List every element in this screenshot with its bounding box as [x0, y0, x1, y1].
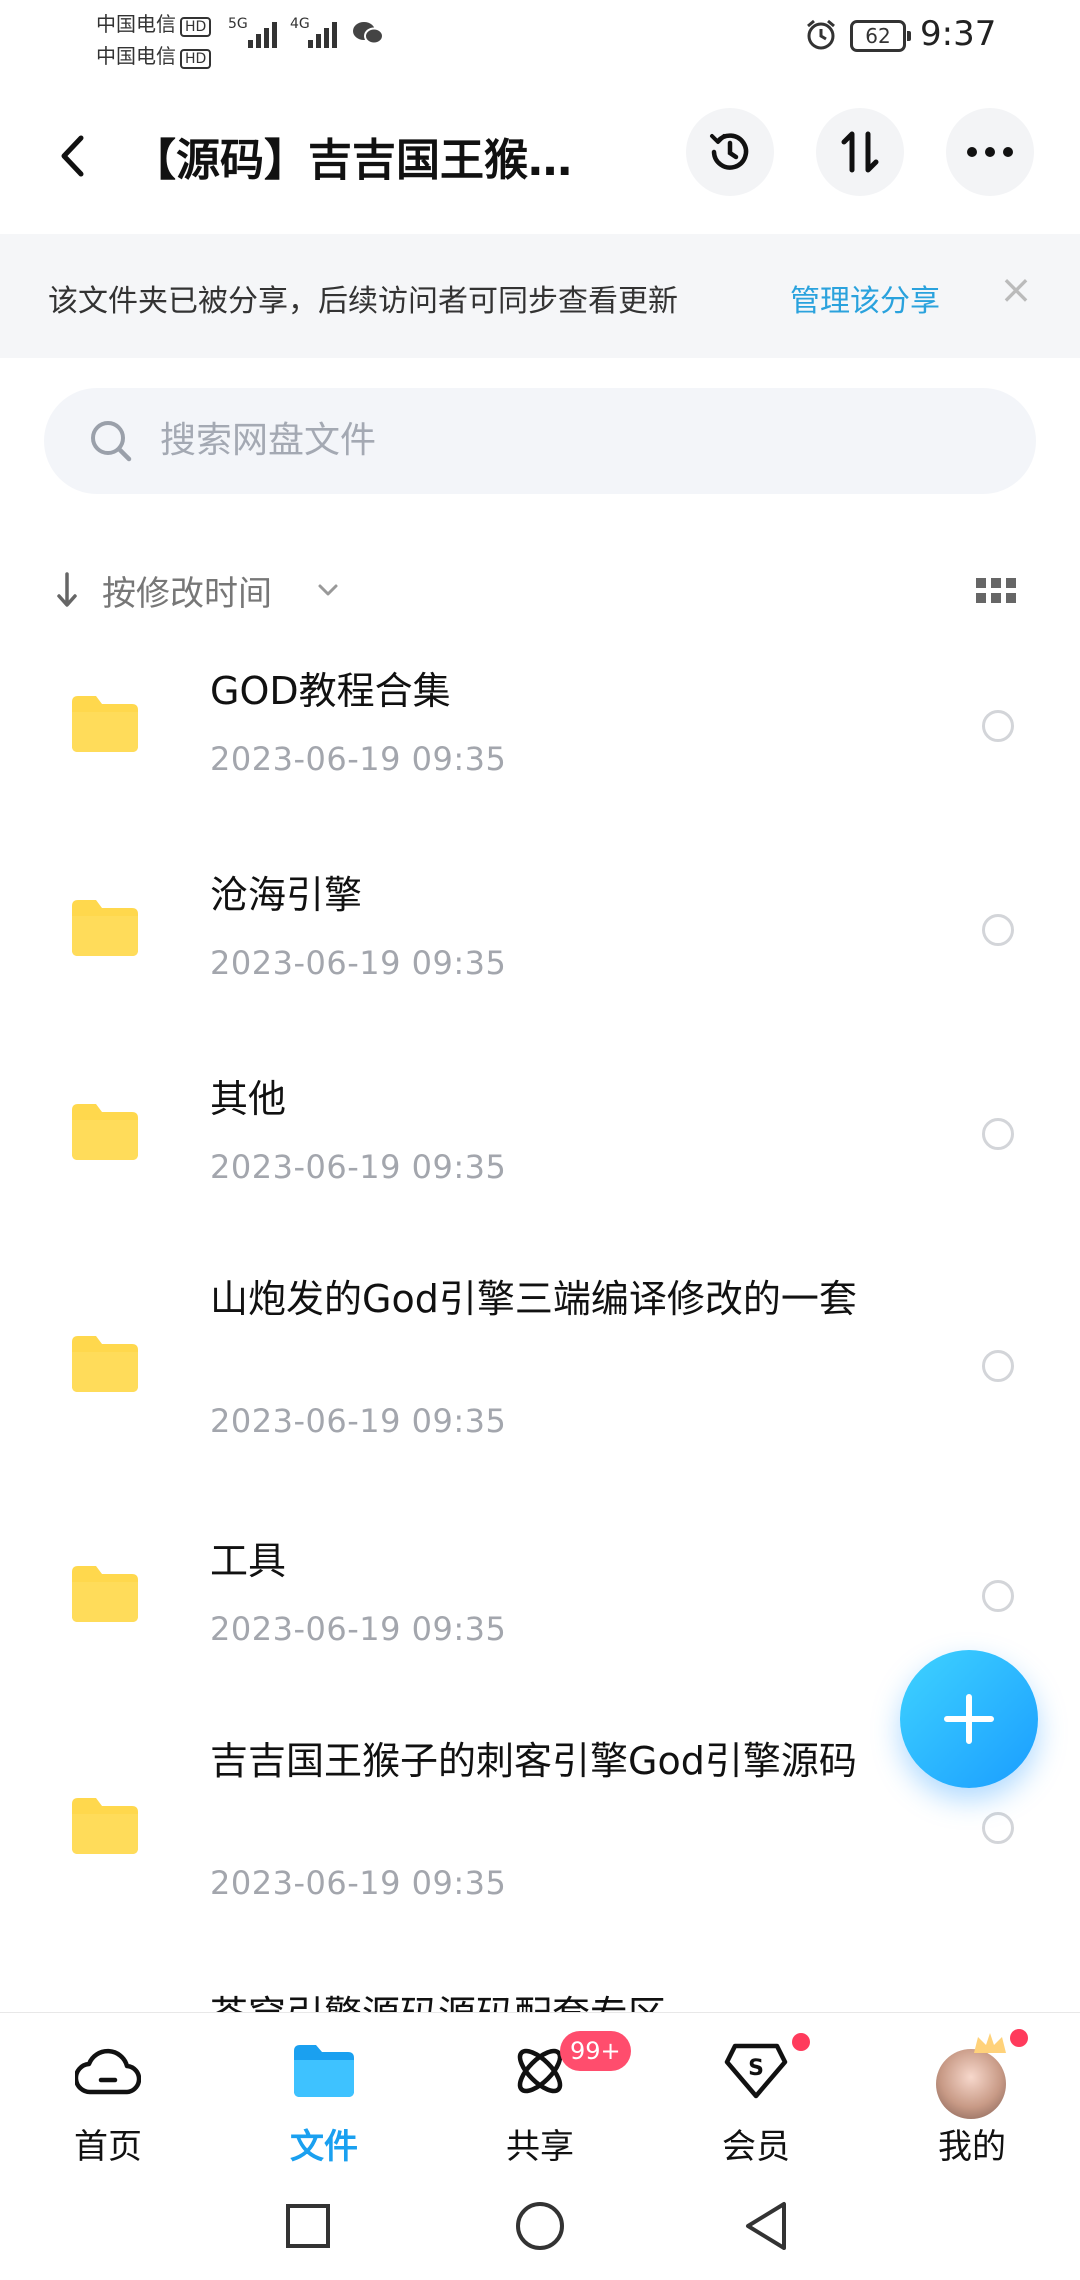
back-button[interactable]: [48, 128, 96, 184]
file-name: 沧海引擎: [210, 873, 363, 917]
add-button[interactable]: [900, 1650, 1038, 1788]
share-badge: 99+: [560, 2031, 631, 2071]
folder-icon: [72, 1336, 138, 1392]
more-button[interactable]: [946, 108, 1034, 196]
carrier-1: 中国电信 HD: [96, 8, 212, 37]
file-time: 2023-06-19 09:35: [210, 1402, 507, 1440]
file-row[interactable]: 其他 2023-06-19 09:35: [0, 1048, 1080, 1252]
share-notice: 该文件夹已被分享，后续访问者可同步查看更新 管理该分享 ×: [0, 234, 1080, 358]
file-name: 苍穹引擎源码源码配套专区: [210, 1988, 890, 2012]
sort-label[interactable]: 按修改时间: [102, 566, 272, 615]
file-row[interactable]: 沧海引擎 2023-06-19 09:35: [0, 844, 1080, 1048]
crown-icon: [974, 2033, 1006, 2053]
folder-icon: [72, 696, 138, 752]
system-nav: [0, 2172, 1080, 2280]
select-radio[interactable]: [982, 914, 1014, 946]
grid-view-icon[interactable]: [976, 578, 1016, 604]
sort-arrow-icon[interactable]: [54, 570, 80, 610]
file-name: GOD教程合集: [210, 669, 451, 713]
status-bar: 中国电信 HD 中国电信 HD 5G 4G 62 9:37: [0, 0, 1080, 72]
file-row[interactable]: 苍穹引擎源码源码配套专区: [0, 1972, 1080, 2012]
folder-files-icon: [294, 2045, 354, 2097]
folder-icon: [72, 1566, 138, 1622]
file-name: 工具: [210, 1539, 287, 1583]
svg-text:S: S: [748, 2056, 764, 2081]
nav-label: 首页: [74, 2127, 142, 2167]
file-time: 2023-06-19 09:35: [210, 944, 507, 982]
transfer-button[interactable]: [816, 108, 904, 196]
back-arrow-icon: [61, 135, 84, 177]
network-5g-label: 5G: [228, 16, 248, 32]
select-radio[interactable]: [982, 1118, 1014, 1150]
page-title: 【源码】吉吉国王猴子的刺客引擎God引擎源码: [132, 135, 612, 186]
nav-label: 会员: [722, 2127, 790, 2167]
history-button[interactable]: [686, 108, 774, 196]
bottom-nav: 首页 文件 共享 99+ S 会员 我的: [0, 2012, 1080, 2172]
folder-icon: [72, 1798, 138, 1854]
vip-notification-dot: [792, 2033, 810, 2051]
sort-bar: 按修改时间: [0, 560, 1080, 620]
share-notice-text: 该文件夹已被分享，后续访问者可同步查看更新: [48, 284, 678, 319]
nav-item-files[interactable]: 文件: [216, 2013, 432, 2173]
file-list: GOD教程合集 2023-06-19 09:35 沧海引擎 2023-06-19…: [0, 640, 1080, 2012]
back-triangle-icon[interactable]: [740, 2198, 796, 2254]
status-time: 9:37: [920, 14, 997, 54]
nav-item-vip[interactable]: S 会员: [648, 2013, 864, 2173]
file-time: 2023-06-19 09:35: [210, 740, 507, 778]
me-notification-dot: [1010, 2029, 1028, 2047]
file-row[interactable]: GOD教程合集 2023-06-19 09:35: [0, 640, 1080, 844]
search-bar[interactable]: [44, 388, 1036, 494]
plus-icon: [944, 1694, 994, 1744]
signal-icon: [248, 22, 277, 48]
select-radio[interactable]: [982, 1580, 1014, 1612]
battery-indicator: 62: [850, 20, 911, 52]
wechat-icon: [353, 22, 384, 45]
cloud-home-icon: [75, 2048, 141, 2095]
manage-share-link[interactable]: 管理该分享: [790, 276, 940, 320]
select-radio[interactable]: [982, 1812, 1014, 1844]
file-name: 其他: [210, 1077, 287, 1121]
nav-label: 我的: [938, 2127, 1006, 2167]
home-icon[interactable]: [512, 2198, 568, 2254]
file-name: 山炮发的God引擎三端编译修改的一套: [210, 1277, 857, 1321]
title-bar: 【源码】吉吉国王猴子的刺客引擎God引擎源码: [0, 100, 1080, 210]
select-radio[interactable]: [982, 1350, 1014, 1382]
more-dots-icon: [967, 147, 1013, 157]
carrier-2: 中国电信 HD: [96, 40, 212, 69]
search-icon: [91, 421, 132, 462]
select-radio[interactable]: [982, 710, 1014, 742]
file-time: 2023-06-19 09:35: [210, 1148, 507, 1186]
vip-diamond-icon: S: [724, 2043, 788, 2099]
alarm-icon: [807, 19, 835, 50]
close-icon[interactable]: ×: [996, 270, 1036, 310]
nav-label: 共享: [506, 2127, 574, 2167]
nav-label: 文件: [290, 2127, 358, 2167]
folder-icon: [72, 1104, 138, 1160]
folder-icon: [72, 900, 138, 956]
transfer-icon: [841, 131, 879, 173]
chevron-down-icon[interactable]: [316, 580, 340, 600]
file-time: 2023-06-19 09:35: [210, 1610, 507, 1648]
signal-icon: [308, 22, 337, 48]
history-icon: [710, 133, 749, 170]
nav-item-home[interactable]: 首页: [0, 2013, 216, 2173]
file-time: 2023-06-19 09:35: [210, 1864, 507, 1902]
recent-apps-icon[interactable]: [280, 2198, 336, 2254]
avatar[interactable]: [936, 2049, 1006, 2119]
search-input[interactable]: [160, 410, 980, 470]
file-name: 吉吉国王猴子的刺客引擎God引擎源码: [210, 1739, 857, 1783]
file-row[interactable]: 山炮发的God引擎三端编译修改的一套 2023-06-19 09:35: [0, 1252, 1080, 1510]
